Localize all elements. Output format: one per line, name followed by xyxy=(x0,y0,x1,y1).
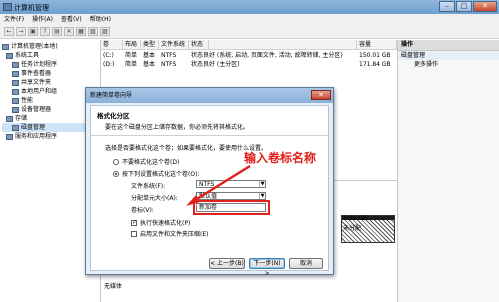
users-icon xyxy=(12,88,19,95)
actions-header: 操作 xyxy=(398,40,499,50)
partition-size: 1.00 GB xyxy=(343,215,368,222)
cell-capacity: 150.01 GB xyxy=(359,52,391,59)
compression-checkbox[interactable]: 启用文件和文件夹压缩(E) xyxy=(131,229,208,238)
cell-status: 状态良好 (主分区) xyxy=(191,61,240,68)
tree-item-local-users[interactable]: 本地用户和组 xyxy=(2,87,98,96)
menu-view[interactable]: 查看(V) xyxy=(61,14,82,25)
settings-icon[interactable]: ▨ xyxy=(100,27,110,36)
services-icon xyxy=(6,133,13,140)
cell-volume: (C:) xyxy=(103,52,114,59)
back-icon[interactable]: ← xyxy=(4,27,14,36)
menu-bar: 文件(F) 操作(A) 查看(V) 帮助(H) xyxy=(0,14,499,25)
volume-label-label: 卷标(V): xyxy=(131,207,154,214)
radio-format-circle[interactable] xyxy=(113,170,119,177)
cell-filesystem: NTFS xyxy=(161,61,177,68)
quick-format-check[interactable]: ✓ xyxy=(131,219,137,226)
cell-layout: 简单 xyxy=(125,61,138,68)
computer-management-icon xyxy=(3,3,12,11)
compression-check[interactable] xyxy=(131,230,137,237)
wizard-heading: 格式化分区 xyxy=(97,112,130,120)
cell-type: 基本 xyxy=(143,52,156,59)
col-status[interactable]: 状态 xyxy=(189,40,209,49)
dialog-title: 新建简单卷向导 xyxy=(86,88,333,103)
disk-view-icon[interactable]: ▦ xyxy=(76,27,86,36)
tree-item-device-manager[interactable]: 设备管理器 xyxy=(2,105,98,114)
tools-icon xyxy=(6,52,13,59)
tree-item-system-tools[interactable]: 系统工具 xyxy=(2,51,98,60)
actions-pane: 操作 磁盘管理 更多操作 xyxy=(397,40,499,302)
table-row[interactable]: (D:) 简单 基本 NTFS 状态良好 (主分区) 171.84 GB xyxy=(101,60,397,69)
arrow-head xyxy=(186,195,200,206)
menu-help[interactable]: 帮助(H) xyxy=(90,14,111,25)
window-title: 计算机管理 xyxy=(14,4,49,12)
minimize-button[interactable]: – xyxy=(439,1,455,12)
cdrom-status: 无媒体 xyxy=(104,283,123,290)
performance-icon xyxy=(12,97,19,104)
partition-status: 未分配 xyxy=(343,225,362,232)
menu-file[interactable]: 文件(F) xyxy=(4,14,24,25)
format-prompt: 选择是否要格式化这个卷；如果要格式化，要使用什么设置。 xyxy=(105,145,268,152)
next-button[interactable]: 下一步(N) > xyxy=(249,258,285,277)
col-spacer xyxy=(209,40,357,49)
filesystem-label: 文件系统(F): xyxy=(131,183,166,190)
radio-no-format-circle[interactable] xyxy=(113,158,119,165)
back-button[interactable]: < 上一步(B) xyxy=(209,258,245,269)
tree-item-event-viewer[interactable]: 事件查看器 xyxy=(2,69,98,78)
maximize-button[interactable]: □ xyxy=(456,1,472,12)
tree-item-services[interactable]: 服务和应用程序 xyxy=(2,132,98,141)
wizard-subheading: 要在这个磁盘分区上储存数据，你必须先将其格式化。 xyxy=(105,124,250,131)
toolbar: ← → ▣ ? ▤ ✕ ▦ ▧ ▨ xyxy=(0,25,499,39)
tree-item-shared-folders[interactable]: 共享文件夹 xyxy=(2,78,98,87)
window-controls: – □ ✕ xyxy=(439,1,497,12)
cell-type: 基本 xyxy=(143,61,156,68)
volume-list-header: 卷 布局 类型 文件系统 状态 容量 xyxy=(101,40,397,50)
delete-icon[interactable]: ✕ xyxy=(64,27,74,36)
cancel-button[interactable]: 取消 xyxy=(289,258,323,269)
help-icon[interactable]: ? xyxy=(40,27,50,36)
cell-capacity: 171.84 GB xyxy=(359,61,391,68)
allocation-unit-label: 分配单元大小(A): xyxy=(131,195,178,202)
col-volume[interactable]: 卷 xyxy=(101,40,123,49)
cell-volume: (D:) xyxy=(103,61,115,68)
volume-view-icon[interactable]: ▧ xyxy=(88,27,98,36)
wizard-header: 格式化分区 要在这个磁盘分区上储存数据，你必须先将其格式化。 xyxy=(91,106,328,136)
more-actions-link[interactable]: 更多操作 xyxy=(398,60,499,70)
cell-status: 状态良好 (系统, 启动, 页面文件, 活动, 故障转储, 主分区) xyxy=(191,52,343,59)
col-layout[interactable]: 布局 xyxy=(123,40,141,49)
window-titlebar: 计算机管理 – □ ✕ xyxy=(0,0,499,14)
storage-icon xyxy=(6,115,13,122)
actions-section-disk-management[interactable]: 磁盘管理 xyxy=(398,50,499,60)
col-filesystem[interactable]: 文件系统 xyxy=(159,40,189,49)
radio-no-format[interactable]: 不要格式化这个卷(D) xyxy=(113,157,179,166)
tree-item-disk-management[interactable]: 磁盘管理 xyxy=(2,123,98,132)
forward-icon[interactable]: → xyxy=(16,27,26,36)
disk-icon xyxy=(12,124,19,131)
cell-layout: 简单 xyxy=(125,52,138,59)
arrow-line xyxy=(191,164,251,204)
col-type[interactable]: 类型 xyxy=(141,40,159,49)
menu-action[interactable]: 操作(A) xyxy=(32,14,53,25)
close-button[interactable]: ✕ xyxy=(473,1,497,12)
col-capacity[interactable]: 容量 xyxy=(357,40,397,49)
tree-item-computer-management[interactable]: 计算机管理(本地) xyxy=(2,42,98,51)
annotation-arrow xyxy=(186,164,251,206)
cell-filesystem: NTFS xyxy=(161,52,177,59)
computer-icon xyxy=(2,43,9,50)
tree-item-task-scheduler[interactable]: 任务计划程序 xyxy=(2,60,98,69)
properties-icon[interactable]: ▤ xyxy=(52,27,62,36)
quick-format-checkbox[interactable]: ✓ 执行快速格式化(P) xyxy=(131,218,190,227)
folder-icon xyxy=(12,79,19,86)
tree-item-storage[interactable]: 存储 xyxy=(2,114,98,123)
event-log-icon xyxy=(12,70,19,77)
dialog-close-button[interactable]: ✕ xyxy=(311,90,331,100)
device-icon xyxy=(12,106,19,113)
console-tree-icon[interactable]: ▣ xyxy=(28,27,38,36)
clock-icon xyxy=(12,61,19,68)
tree-item-performance[interactable]: 性能 xyxy=(2,96,98,105)
table-row[interactable]: (C:) 简单 基本 NTFS 状态良好 (系统, 启动, 页面文件, 活动, … xyxy=(101,51,397,60)
